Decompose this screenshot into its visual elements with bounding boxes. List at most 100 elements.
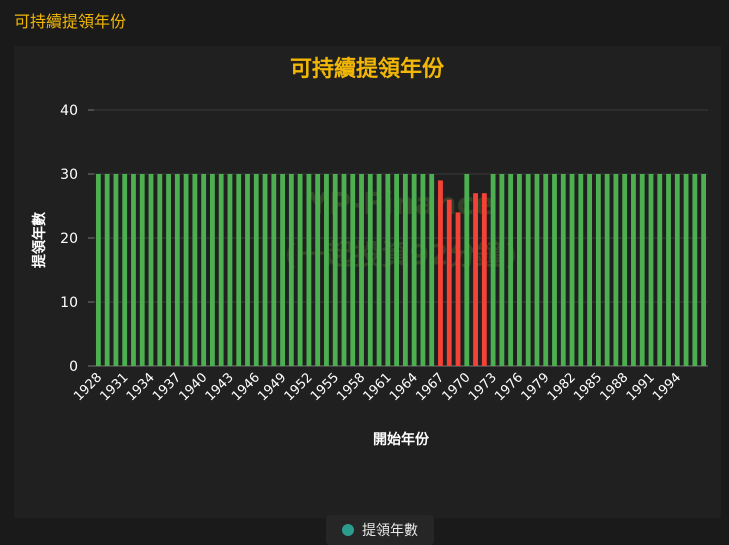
bar-1974[interactable] [499, 174, 505, 366]
x-tick-label: 1976 [492, 370, 526, 404]
bar-1930[interactable] [113, 174, 119, 366]
bar-1931[interactable] [122, 174, 128, 366]
bar-1987[interactable] [613, 174, 619, 366]
bar-1963[interactable] [402, 174, 408, 366]
bar-1956[interactable] [341, 174, 347, 366]
bar-1934[interactable] [148, 174, 154, 366]
bar-1983[interactable] [578, 174, 584, 366]
bar-1982[interactable] [569, 174, 575, 366]
bar-1935[interactable] [157, 174, 163, 366]
bar-1936[interactable] [166, 174, 171, 366]
bar-1992[interactable] [657, 174, 663, 366]
bar-1945[interactable] [245, 174, 250, 366]
x-tick-labels: 1928193119341937194019431946194919521955… [71, 370, 684, 404]
bar-1975[interactable] [508, 174, 514, 366]
bar-1979[interactable] [543, 174, 549, 366]
bar-1965[interactable] [420, 174, 426, 366]
bar-1942[interactable] [218, 174, 224, 366]
bar-1940[interactable] [201, 174, 207, 366]
bar-1969[interactable] [455, 212, 461, 366]
bar-1981[interactable] [560, 174, 566, 366]
bar-1967[interactable] [438, 180, 443, 366]
y-tick-label: 20 [60, 231, 78, 247]
bar-1976[interactable] [517, 174, 522, 366]
bar-1939[interactable] [192, 174, 198, 366]
bar-1941[interactable] [210, 174, 215, 366]
bar-1971[interactable] [473, 193, 478, 366]
bar-1972[interactable] [481, 193, 487, 366]
bar-1990[interactable] [639, 174, 645, 366]
bar-1933[interactable] [139, 174, 145, 366]
bar-1944[interactable] [236, 174, 242, 366]
bar-1978[interactable] [534, 174, 540, 366]
x-tick-label: 1961 [361, 370, 395, 404]
bar-1947[interactable] [262, 174, 268, 366]
y-tick-label: 30 [60, 167, 78, 183]
bar-1937[interactable] [174, 174, 180, 366]
x-tick-label: 1973 [466, 370, 500, 404]
bar-1959[interactable] [367, 174, 373, 366]
y-axis-label: 提領年數 [31, 212, 48, 268]
bar-1970[interactable] [464, 174, 470, 366]
bar-1991[interactable] [648, 174, 654, 366]
bar-1954[interactable] [324, 174, 329, 366]
y-tick-label: 10 [60, 295, 78, 311]
legend-item[interactable]: 提領年數 [326, 515, 434, 545]
bar-1964[interactable] [411, 174, 417, 366]
bar-1977[interactable] [525, 174, 531, 366]
bar-1973[interactable] [490, 174, 496, 366]
bar-1946[interactable] [253, 174, 259, 366]
x-axis-label: 開始年份 [373, 431, 430, 448]
bar-1943[interactable] [227, 174, 233, 366]
chart-panel: 可持續提領年份 YP-Finance (一起投資92分鐘) 0 10 20 30 40 1… [14, 46, 721, 545]
bar-1929[interactable] [104, 174, 110, 366]
bar-1953[interactable] [315, 174, 321, 366]
bar-1955[interactable] [332, 174, 338, 366]
bar-1980[interactable] [552, 174, 557, 366]
x-tick-label: 1979 [519, 370, 553, 404]
y-tick-labels: 0 10 20 30 40 [60, 103, 78, 375]
bar-1997[interactable] [701, 174, 707, 366]
x-tick-label: 1994 [650, 370, 684, 404]
bar-1960[interactable] [376, 174, 382, 366]
x-tick-label: 1970 [440, 370, 474, 404]
bar-1966[interactable] [429, 174, 435, 366]
bar-1957[interactable] [350, 174, 356, 366]
bar-1952[interactable] [306, 174, 312, 366]
bar-1948[interactable] [271, 174, 277, 366]
x-tick-label: 1955 [308, 370, 342, 404]
chart-title: 可持續提領年份 [290, 56, 445, 82]
x-tick-label: 1988 [597, 370, 631, 404]
bar-1995[interactable] [683, 174, 689, 366]
bar-1951[interactable] [297, 174, 303, 366]
x-tick-label: 1964 [387, 370, 421, 404]
bar-1958[interactable] [359, 174, 364, 366]
x-tick-label: 1931 [98, 370, 132, 404]
x-tick-label: 1958 [334, 370, 368, 404]
y-tick-label: 40 [60, 103, 78, 119]
bar-1962[interactable] [394, 174, 400, 366]
bar-1949[interactable] [280, 174, 285, 366]
x-tick-label: 1946 [229, 370, 263, 404]
x-tick-label: 1943 [203, 370, 237, 404]
bar-1984[interactable] [587, 174, 592, 366]
bar-1986[interactable] [604, 174, 610, 366]
bar-1989[interactable] [631, 174, 636, 366]
bar-1932[interactable] [131, 174, 136, 366]
x-tick-label: 1949 [255, 370, 289, 404]
x-tick-label: 1934 [124, 370, 158, 404]
x-tick-label: 1937 [150, 370, 184, 404]
bar-1968[interactable] [446, 199, 452, 366]
bar-1994[interactable] [674, 174, 680, 366]
bar-1993[interactable] [666, 174, 671, 366]
bar-1961[interactable] [385, 174, 391, 366]
x-tick-label: 1991 [624, 370, 658, 404]
bar-1950[interactable] [288, 174, 294, 366]
bar-1985[interactable] [595, 174, 601, 366]
bar-1938[interactable] [183, 174, 189, 366]
bar-1988[interactable] [622, 174, 628, 366]
bar-1928[interactable] [95, 174, 101, 366]
bar-chart: 可持續提領年份 YP-Finance(一起投資92分鐘) 010203040 1… [31, 56, 708, 448]
x-tick-label: 1985 [571, 370, 605, 404]
bar-1996[interactable] [692, 174, 698, 366]
